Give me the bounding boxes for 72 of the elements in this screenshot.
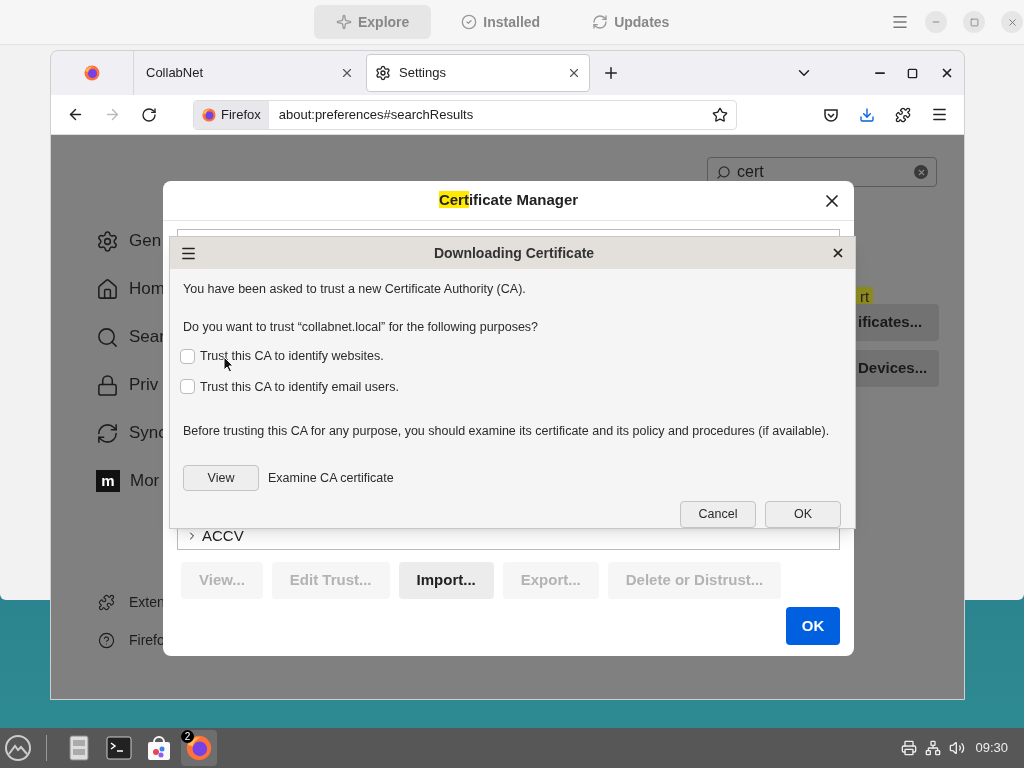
volume-icon[interactable] <box>949 740 966 756</box>
tab-title: Settings <box>399 64 447 83</box>
view-tab[interactable]: Explore <box>314 5 432 39</box>
gear-icon <box>375 65 391 81</box>
address-bar[interactable]: Firefox about:preferences#searchResults <box>193 99 737 130</box>
search-icon <box>716 164 731 180</box>
settings-button[interactable]: Devices... <box>856 350 939 387</box>
sidebar-item[interactable]: Sear <box>96 313 167 361</box>
close-tab-icon[interactable] <box>340 66 354 80</box>
refresh-icon <box>592 14 609 30</box>
puzzle-icon <box>98 593 115 611</box>
close-icon[interactable] <box>940 66 954 80</box>
clock[interactable]: 09:30 <box>975 738 1008 758</box>
sidebar-item[interactable]: Priv <box>96 361 167 409</box>
settings-button[interactable]: ificates... <box>856 304 939 341</box>
browser-logo-icon <box>84 65 100 81</box>
pocket-icon[interactable] <box>823 106 839 123</box>
view-tab[interactable]: Updates <box>570 5 692 39</box>
action-button[interactable]: Import... <box>398 562 494 599</box>
question-text: Do you want to trust “collabnet.local” for the following purposes? <box>183 319 540 336</box>
start-menu-icon[interactable] <box>4 734 32 762</box>
dialog-title: Downloading Certificate <box>433 243 595 263</box>
reload-icon[interactable] <box>141 106 157 123</box>
sidebar-item[interactable]: Gen <box>96 217 167 265</box>
browser-tab[interactable]: CollabNet <box>138 54 362 92</box>
tab-title: CollabNet <box>146 64 205 83</box>
gear-icon <box>96 229 119 253</box>
notification-badge: 2 <box>181 730 194 743</box>
note-text: Before trusting this CA for any purpose, you should examine its certificate and its policy and procedures (if available). <box>183 423 831 441</box>
browser-tab[interactable]: Settings <box>366 54 590 92</box>
ok-button[interactable]: OK <box>786 607 840 645</box>
dialog-button[interactable]: Cancel <box>680 501 756 528</box>
download-icon[interactable] <box>859 106 875 123</box>
taskbar-app[interactable]: 2 <box>181 730 217 766</box>
sidebar-item[interactable]: m Mor <box>96 457 167 505</box>
network-icon[interactable] <box>925 740 942 756</box>
option-label[interactable]: Trust this CA to identify websites. <box>200 346 384 366</box>
view-caption: Examine CA certificate <box>268 469 394 487</box>
file-cabinet-icon <box>69 735 89 761</box>
sync-icon <box>96 421 119 445</box>
terminal-icon <box>106 736 132 760</box>
url-text: about:preferences#searchResults <box>278 105 475 124</box>
search-highlight: rt <box>856 287 874 307</box>
checkbox[interactable] <box>180 379 195 395</box>
menu-icon[interactable] <box>931 106 948 123</box>
view-tab[interactable]: Installed <box>439 5 563 39</box>
bookmark-star-icon[interactable] <box>712 106 728 123</box>
home-icon <box>96 277 119 301</box>
search-icon <box>96 325 119 349</box>
sparkle-icon <box>336 14 352 30</box>
lock-icon <box>96 373 119 397</box>
view-button[interactable]: View <box>183 465 259 491</box>
back-icon[interactable] <box>67 106 84 123</box>
intro-text: You have been asked to trust a new Certificate Authority (CA). <box>183 281 527 299</box>
shopping-bag-icon <box>146 735 172 761</box>
identity-chip[interactable]: Firefox <box>194 100 269 129</box>
extensions-icon[interactable] <box>895 106 911 123</box>
sidebar-item[interactable]: Hom <box>96 265 167 313</box>
logo-icon: m <box>96 470 120 492</box>
dialog-button[interactable]: OK <box>765 501 841 528</box>
checkbox[interactable] <box>180 348 195 364</box>
close-icon <box>1006 16 1018 28</box>
new-tab-icon[interactable] <box>602 64 620 82</box>
printer-icon[interactable] <box>901 740 918 756</box>
browser-logo-icon <box>202 107 216 122</box>
close-tab-icon[interactable] <box>567 66 581 80</box>
clear-search-icon[interactable] <box>914 165 928 179</box>
check-circle-icon <box>461 14 478 30</box>
maximize-icon[interactable] <box>907 67 918 79</box>
help-icon <box>98 631 115 649</box>
maximize-icon <box>969 17 979 27</box>
option-label[interactable]: Trust this CA to identify email users. <box>200 377 399 397</box>
